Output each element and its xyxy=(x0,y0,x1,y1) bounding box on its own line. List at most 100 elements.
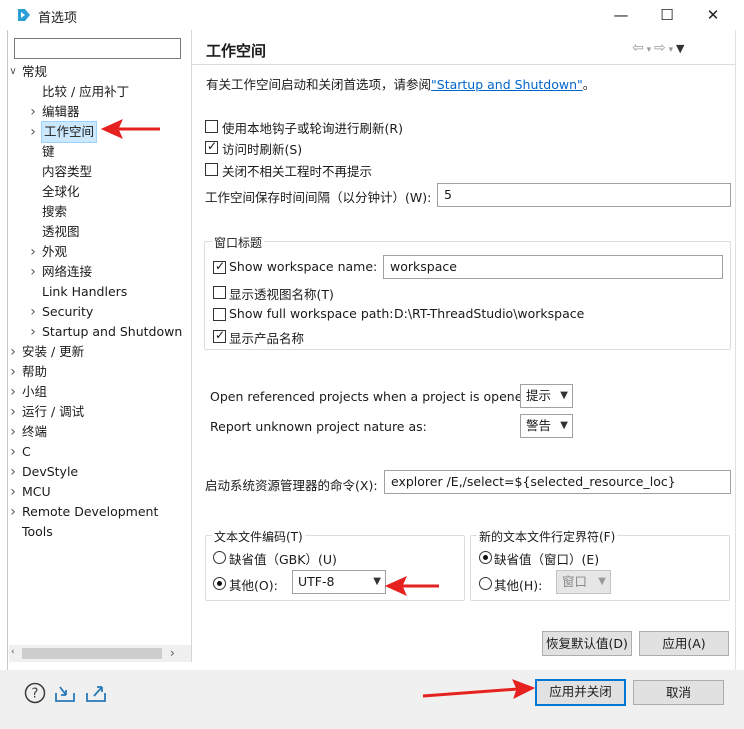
intro-prefix: 有关工作空间启动和关闭首选项，请参阅 xyxy=(206,77,432,92)
tree-item-label: Security xyxy=(42,304,94,319)
open-referenced-select[interactable]: 提示 ▼ xyxy=(520,384,573,408)
chevron-right-icon[interactable]: › xyxy=(27,302,39,322)
refresh-native-label: 使用本地钩子或轮询进行刷新(R) xyxy=(222,121,403,136)
restore-defaults-button[interactable]: 恢复默认值(D) xyxy=(542,631,632,656)
chevron-right-icon[interactable]: › xyxy=(27,322,39,342)
report-unknown-value: 警告 xyxy=(526,418,552,433)
forward-icon[interactable]: ⇨ xyxy=(654,40,666,56)
scroll-left-icon[interactable]: ‹ xyxy=(11,647,15,657)
background-window-edge xyxy=(0,30,8,670)
tree-item-label: 终端 xyxy=(22,424,48,439)
tree-item-label: Tools xyxy=(22,524,53,539)
tree-item-label: 内容类型 xyxy=(42,164,93,179)
delimiter-group-title: 新的文本文件行定界符(F) xyxy=(477,528,618,545)
chevron-right-icon[interactable]: › xyxy=(27,102,39,122)
chevron-right-icon[interactable]: › xyxy=(9,422,19,442)
tree-item-label: 小组 xyxy=(22,384,48,399)
save-interval-label: 工作空间保存时间间隔（以分钟计）(W): xyxy=(205,190,432,205)
tree-item-label: C xyxy=(22,444,31,459)
intro-suffix: 。 xyxy=(582,77,596,92)
tree-item-label: 搜索 xyxy=(42,204,68,219)
chevron-right-icon[interactable]: › xyxy=(27,262,39,282)
import-icon[interactable] xyxy=(54,683,78,703)
chevron-right-icon[interactable]: › xyxy=(9,462,19,482)
maximize-button[interactable]: ☐ xyxy=(644,0,690,30)
apply-button[interactable]: 应用(A) xyxy=(639,631,729,656)
encoding-other-label: 其他(O): xyxy=(229,578,278,593)
tree-item-label: 透视图 xyxy=(42,224,80,239)
encoding-group-title: 文本文件编码(T) xyxy=(212,528,305,545)
filter-input[interactable] xyxy=(14,38,181,59)
chevron-right-icon[interactable]: › xyxy=(9,502,19,522)
delimiter-default-label: 缺省值（窗口）(E) xyxy=(494,552,600,567)
intro-text: 有关工作空间启动和关闭首选项，请参阅"Startup and Shutdown"… xyxy=(206,74,595,93)
chevron-right-icon[interactable]: › xyxy=(27,122,39,142)
preference-tree[interactable]: ∨ 常规 比较 / 应用补丁 › 编辑器 › 工作空间键内容类型 全球化 搜索 透视图 › 外观 › 网络… xyxy=(9,62,191,644)
encoding-other-radio[interactable] xyxy=(213,577,226,590)
encoding-default-radio[interactable] xyxy=(213,551,226,564)
show-ws-name-label: Show workspace name: xyxy=(229,259,378,274)
chevron-down-icon[interactable]: ∨ xyxy=(9,62,19,82)
header-separator xyxy=(192,64,736,65)
scroll-thumb[interactable] xyxy=(22,648,162,659)
refresh-access-checkbox[interactable] xyxy=(205,139,218,154)
back-menu-icon[interactable]: ▾ xyxy=(644,45,654,55)
report-unknown-select[interactable]: 警告 ▼ xyxy=(520,414,573,438)
svg-text:?: ? xyxy=(32,687,39,702)
save-interval-input[interactable]: 5 xyxy=(437,183,731,207)
tree-item-label: 帮助 xyxy=(22,364,48,379)
pane-divider[interactable] xyxy=(191,30,192,662)
open-referenced-value: 提示 xyxy=(526,388,552,403)
chevron-right-icon[interactable]: › xyxy=(27,242,39,262)
chevron-down-icon: ▼ xyxy=(560,390,568,401)
chevron-right-icon[interactable]: › xyxy=(9,402,19,422)
annotation-arrow-icon xyxy=(422,679,536,699)
view-menu-icon[interactable]: ▼ xyxy=(676,42,684,55)
startup-shutdown-link[interactable]: "Startup and Shutdown" xyxy=(431,77,583,92)
delimiter-select[interactable]: 窗口 ▼ xyxy=(556,570,611,594)
show-product-checkbox[interactable] xyxy=(213,328,226,343)
chevron-right-icon[interactable]: › xyxy=(9,342,19,362)
show-perspective-checkbox[interactable] xyxy=(213,286,226,299)
workspace-name-input[interactable]: workspace xyxy=(383,255,723,279)
annotation-arrow-icon xyxy=(100,119,160,139)
delimiter-value: 窗口 xyxy=(562,574,588,589)
workspace-path-value: D:\RT-ThreadStudio\workspace xyxy=(394,306,585,321)
show-ws-name-checkbox[interactable] xyxy=(213,259,226,274)
encoding-select[interactable]: UTF-8 ▼ xyxy=(292,570,386,594)
chevron-down-icon: ▼ xyxy=(598,576,606,587)
encoding-value: UTF-8 xyxy=(298,574,335,589)
delimiter-other-label: 其他(H): xyxy=(494,578,543,593)
chevron-right-icon[interactable]: › xyxy=(9,482,19,502)
export-icon[interactable] xyxy=(85,683,109,703)
refresh-native-checkbox[interactable] xyxy=(205,120,218,133)
chevron-right-icon[interactable]: › xyxy=(9,442,19,462)
refresh-access-label: 访问时刷新(S) xyxy=(222,142,303,157)
scroll-right-icon[interactable]: › xyxy=(170,646,175,660)
chevron-right-icon[interactable]: › xyxy=(9,382,19,402)
tree-item-label: Startup and Shutdown xyxy=(42,324,183,339)
tree-item-label: 键 xyxy=(42,144,55,159)
apply-and-close-button[interactable]: 应用并关闭 xyxy=(535,679,626,706)
cancel-button[interactable]: 取消 xyxy=(633,680,724,705)
help-icon[interactable]: ? xyxy=(24,682,46,704)
tree-item-label: Remote Development xyxy=(22,504,159,519)
close-unrelated-label: 关闭不相关工程时不再提示 xyxy=(222,164,373,179)
close-button[interactable]: ✕ xyxy=(690,0,736,30)
show-full-path-checkbox[interactable] xyxy=(213,308,226,321)
minimize-button[interactable]: — xyxy=(598,0,644,30)
tree-item-label: 工作空间 xyxy=(40,121,98,143)
back-icon[interactable]: ⇦ xyxy=(632,40,644,56)
show-product-label: 显示产品名称 xyxy=(229,331,305,346)
forward-menu-icon[interactable]: ▾ xyxy=(666,45,676,55)
page-title: 工作空间 xyxy=(206,42,267,60)
delimiter-other-radio[interactable] xyxy=(479,577,492,590)
annotation-arrow-icon xyxy=(384,576,439,596)
chevron-right-icon[interactable]: › xyxy=(9,362,19,382)
delimiter-default-radio[interactable] xyxy=(479,551,492,564)
explorer-cmd-input[interactable]: explorer /E,/select=${selected_resource_… xyxy=(384,470,731,494)
close-unrelated-checkbox[interactable] xyxy=(205,163,218,176)
